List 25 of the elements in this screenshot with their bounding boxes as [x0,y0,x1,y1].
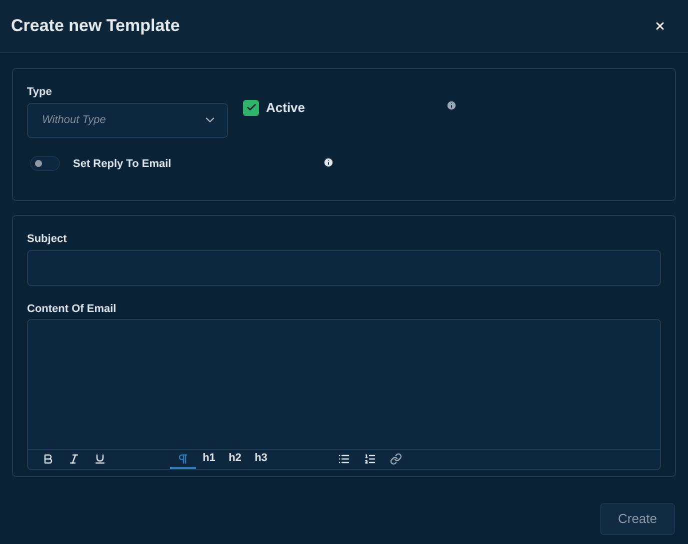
type-label: Type [27,85,53,100]
link-icon [390,452,402,464]
reply-toggle[interactable] [30,156,60,172]
subject-label: Subject [27,232,68,247]
content-editor[interactable]: h1 h2 h3 [27,319,661,470]
close-icon [654,20,666,32]
underline-icon [94,452,106,464]
heading-button[interactable]: h2 [222,450,248,469]
bold-icon [42,452,54,464]
bullet-list-icon [338,452,350,464]
active-checkbox[interactable] [243,100,259,116]
pilcrow-icon [177,452,189,464]
active-label: Active [266,99,306,117]
subject-field[interactable] [27,250,661,286]
dialog-title: Create new Template [11,15,180,38]
check-icon [246,102,256,114]
type-select[interactable]: Without Type [27,102,228,138]
italic-icon [68,452,80,464]
numbered-list-icon [364,452,376,464]
heading-button[interactable]: h3 [248,450,274,469]
info-icon [446,100,458,112]
reply-to-email-label: Set Reply To Email [73,156,172,172]
heading-button[interactable]: h1 [196,450,222,469]
info-icon [323,156,334,168]
content-label: Content Of Email [27,302,118,316]
